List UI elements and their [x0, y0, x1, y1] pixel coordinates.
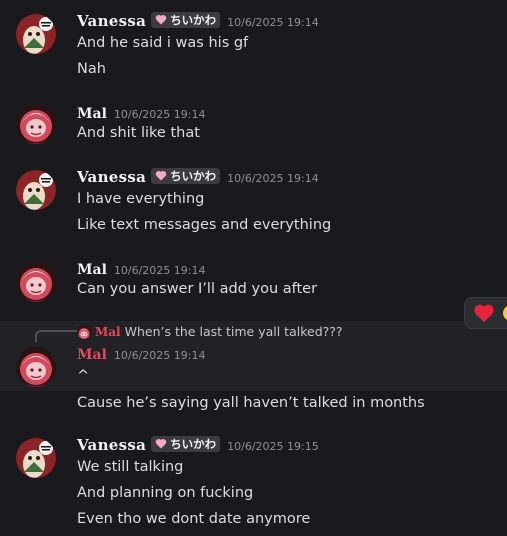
username[interactable]: Mal — [77, 262, 107, 278]
pink-heart-icon — [155, 438, 167, 449]
message-group: Vanessa ちいかわ 10/6/2025 19:14 I have ever… — [0, 160, 507, 240]
server-tag-label: ちいかわ — [170, 12, 217, 27]
message-group: Vanessa ちいかわ 10/6/2025 19:15 We still ta… — [0, 425, 507, 536]
server-tag[interactable]: ちいかわ — [151, 435, 221, 452]
message-text: ^ — [77, 368, 90, 384]
message-text: Nah — [77, 61, 106, 77]
message-group: Mal 10/6/2025 19:14 Can you answer I’ll … — [0, 252, 507, 312]
red-heart-icon[interactable] — [473, 302, 495, 324]
message-text: Even tho we dont date anymore — [77, 511, 311, 527]
reply-username[interactable]: Mal — [95, 325, 121, 339]
avatar — [77, 324, 91, 339]
message-text: And planning on fucking — [77, 485, 254, 501]
timestamp[interactable]: 10/6/2025 19:15 — [227, 440, 319, 453]
avatar[interactable] — [16, 347, 56, 387]
avatar[interactable] — [16, 438, 56, 478]
server-tag-label: ちいかわ — [170, 168, 217, 183]
username[interactable]: Mal — [77, 106, 107, 122]
message-text: And shit like that — [77, 125, 200, 141]
timestamp[interactable]: 10/6/2025 19:14 — [114, 349, 206, 362]
timestamp[interactable]: 10/6/2025 19:14 — [114, 108, 206, 121]
username[interactable]: Vanessa — [77, 12, 146, 30]
emoji-partial-icon[interactable] — [502, 304, 507, 322]
message-group: Mal 10/6/2025 19:14 And shit like that — [0, 100, 507, 150]
server-tag[interactable]: ちいかわ — [151, 167, 221, 184]
reply-preview[interactable]: Mal When’s the last time yall talked??? — [77, 324, 343, 339]
message-action-bar — [464, 297, 507, 329]
message-text: Like text messages and everything — [77, 217, 332, 233]
message-text: Can you answer I’ll add you after — [77, 281, 318, 297]
timestamp[interactable]: 10/6/2025 19:14 — [227, 16, 319, 29]
reply-connector — [35, 330, 77, 342]
avatar[interactable] — [16, 104, 56, 144]
timestamp[interactable]: 10/6/2025 19:14 — [114, 264, 206, 277]
username[interactable]: Vanessa — [77, 168, 146, 186]
username[interactable]: Mal — [77, 347, 107, 363]
message-text: I have everything — [77, 191, 205, 207]
username[interactable]: Vanessa — [77, 436, 146, 454]
avatar[interactable] — [16, 262, 56, 302]
timestamp[interactable]: 10/6/2025 19:14 — [227, 172, 319, 185]
message-text: Cause he’s saying yall haven’t talked in… — [77, 395, 425, 411]
avatar[interactable] — [16, 170, 56, 210]
avatar[interactable] — [16, 14, 56, 54]
message-text: And he said i was his gf — [77, 35, 249, 51]
pink-heart-icon — [155, 170, 167, 181]
pink-heart-icon — [155, 14, 167, 25]
message-text: We still talking — [77, 459, 184, 475]
server-tag[interactable]: ちいかわ — [151, 11, 221, 28]
server-tag-label: ちいかわ — [170, 436, 217, 451]
message-group: Vanessa ちいかわ 10/6/2025 19:14 And he said… — [0, 0, 507, 90]
reply-text[interactable]: When’s the last time yall talked??? — [125, 324, 343, 339]
